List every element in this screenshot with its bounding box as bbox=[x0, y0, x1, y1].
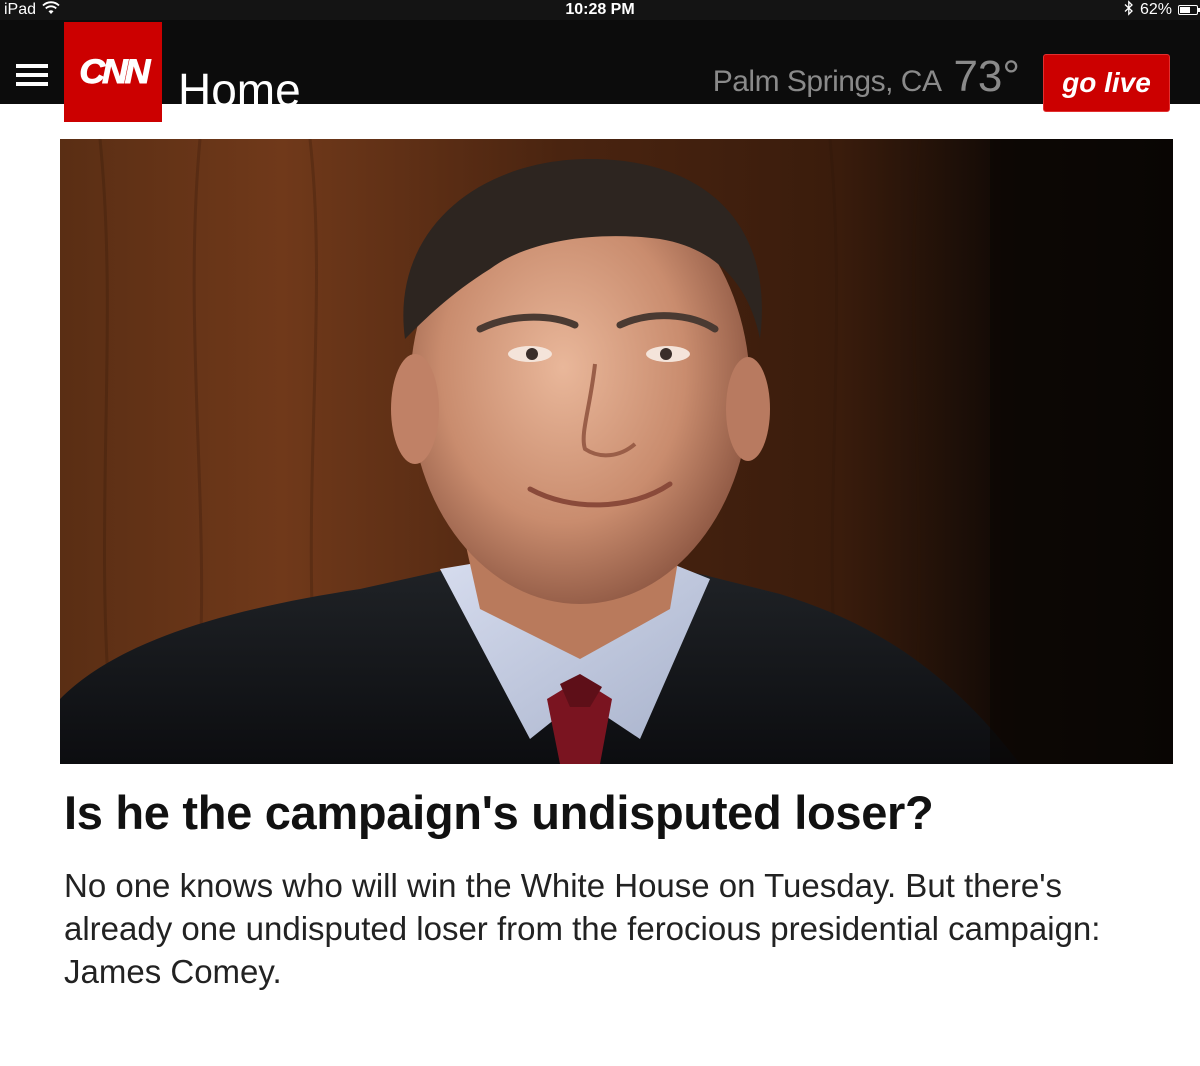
status-right: 62% bbox=[1124, 0, 1200, 21]
status-time: 10:28 PM bbox=[565, 1, 635, 18]
section-title: Home bbox=[178, 64, 301, 116]
battery-level-fill bbox=[1180, 7, 1190, 13]
article-summary: No one knows who will win the White Hous… bbox=[64, 867, 1101, 990]
battery-percent: 62% bbox=[1139, 1, 1172, 18]
battery-icon bbox=[1178, 5, 1200, 15]
status-bar: iPad 10:28 PM 62% bbox=[0, 0, 1200, 20]
cnn-logo[interactable]: CNN bbox=[64, 22, 162, 122]
go-live-button[interactable]: go live bbox=[1043, 54, 1170, 112]
weather-temperature: 73° bbox=[953, 52, 1020, 101]
hamburger-menu-icon[interactable] bbox=[16, 64, 48, 86]
bluetooth-icon bbox=[1124, 0, 1134, 21]
article-headline[interactable]: Is he the campaign's undisputed loser? bbox=[64, 786, 1174, 840]
weather-location: Palm Springs, CA bbox=[712, 65, 942, 98]
logo-text: CNN bbox=[79, 52, 151, 91]
app-screen: iPad 10:28 PM 62% Home Palm Springs, CA … bbox=[0, 0, 1200, 1066]
hero-photo-illustration bbox=[60, 139, 1173, 764]
hero-image[interactable] bbox=[60, 139, 1173, 764]
weather-widget[interactable]: Palm Springs, CA 73° bbox=[713, 52, 1020, 118]
app-header: Home Palm Springs, CA 73° go live bbox=[0, 20, 1200, 116]
